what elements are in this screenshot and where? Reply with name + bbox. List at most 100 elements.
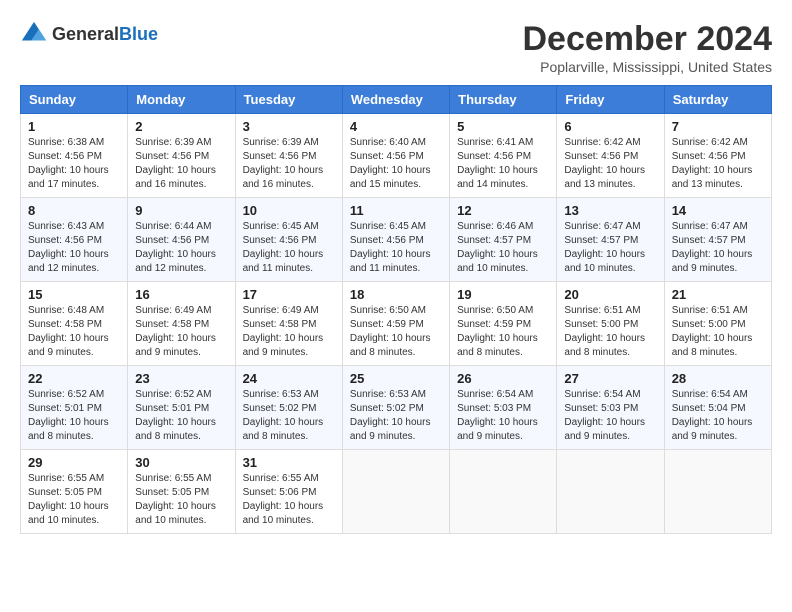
day-number: 23 [135, 371, 227, 386]
month-year: December 2024 [522, 20, 772, 59]
page-header: GeneralBlue December 2024 Poplarville, M… [20, 20, 772, 75]
title-block: December 2024 Poplarville, Mississippi, … [522, 20, 772, 75]
day-cell [450, 450, 557, 534]
day-cell: 30 Sunrise: 6:55 AM Sunset: 5:05 PM Dayli… [128, 450, 235, 534]
day-number: 22 [28, 371, 120, 386]
day-cell: 6Sunrise: 6:42 AM Sunset: 4:56 PM Daylig… [557, 114, 664, 198]
day-info: Sunrise: 6:50 AM Sunset: 4:59 PM Dayligh… [457, 304, 549, 360]
day-cell: 27Sunrise: 6:54 AM Sunset: 5:03 PM Dayli… [557, 366, 664, 450]
day-cell: 17 Sunrise: 6:49 AM Sunset: 4:58 PM Dayli… [235, 282, 342, 366]
day-info: Sunrise: 6:42 AM Sunset: 4:56 PM Dayligh… [672, 136, 764, 192]
day-info: Sunrise: 6:41 AM Sunset: 4:56 PM Dayligh… [457, 136, 549, 192]
day-number: 13 [564, 203, 656, 218]
day-number: 25 [350, 371, 442, 386]
day-cell: 24 Sunrise: 6:53 AM Sunset: 5:02 PM Dayli… [235, 366, 342, 450]
day-cell: 18Sunrise: 6:50 AM Sunset: 4:59 PM Dayli… [342, 282, 449, 366]
location: Poplarville, Mississippi, United States [522, 59, 772, 75]
day-number: 4 [350, 119, 442, 134]
day-cell [557, 450, 664, 534]
day-number: 27 [564, 371, 656, 386]
logo-icon [20, 20, 48, 48]
logo: GeneralBlue [20, 20, 158, 48]
day-cell: 16 Sunrise: 6:49 AM Sunset: 4:58 PM Dayli… [128, 282, 235, 366]
day-cell: 12Sunrise: 6:46 AM Sunset: 4:57 PM Dayli… [450, 198, 557, 282]
day-info: Sunrise: 6:49 AM Sunset: 4:58 PM Dayligh… [243, 304, 335, 360]
day-cell: 28 Sunrise: 6:54 AM Sunset: 5:04 PM Dayli… [664, 366, 771, 450]
logo-text-blue: Blue [119, 24, 158, 44]
day-info: Sunrise: 6:53 AM Sunset: 5:02 PM Dayligh… [243, 388, 335, 444]
day-cell [342, 450, 449, 534]
day-cell: 25 Sunrise: 6:53 AM Sunset: 5:02 PM Dayli… [342, 366, 449, 450]
header-cell-sunday: Sunday [21, 86, 128, 114]
day-cell: 10Sunrise: 6:45 AM Sunset: 4:56 PM Dayli… [235, 198, 342, 282]
day-info: Sunrise: 6:39 AM Sunset: 4:56 PM Dayligh… [243, 136, 335, 192]
day-info: Sunrise: 6:47 AM Sunset: 4:57 PM Dayligh… [672, 220, 764, 276]
header-cell-monday: Monday [128, 86, 235, 114]
day-cell: 20 Sunrise: 6:51 AM Sunset: 5:00 PM Dayli… [557, 282, 664, 366]
header-row: SundayMondayTuesdayWednesdayThursdayFrid… [21, 86, 772, 114]
day-number: 24 [243, 371, 335, 386]
day-info: Sunrise: 6:52 AM Sunset: 5:01 PM Dayligh… [28, 388, 120, 444]
day-cell: 8 Sunrise: 6:43 AM Sunset: 4:56 PM Daylig… [21, 198, 128, 282]
day-number: 16 [135, 287, 227, 302]
day-number: 8 [28, 203, 120, 218]
day-number: 20 [564, 287, 656, 302]
calendar: SundayMondayTuesdayWednesdayThursdayFrid… [20, 85, 772, 534]
day-cell: 5 Sunrise: 6:41 AM Sunset: 4:56 PM Daylig… [450, 114, 557, 198]
day-info: Sunrise: 6:46 AM Sunset: 4:57 PM Dayligh… [457, 220, 549, 276]
header-cell-saturday: Saturday [664, 86, 771, 114]
day-info: Sunrise: 6:43 AM Sunset: 4:56 PM Dayligh… [28, 220, 120, 276]
day-info: Sunrise: 6:53 AM Sunset: 5:02 PM Dayligh… [350, 388, 442, 444]
day-number: 11 [350, 203, 442, 218]
day-cell: 31 Sunrise: 6:55 AM Sunset: 5:06 PM Dayli… [235, 450, 342, 534]
day-number: 5 [457, 119, 549, 134]
day-cell: 29 Sunrise: 6:55 AM Sunset: 5:05 PM Dayli… [21, 450, 128, 534]
day-cell [664, 450, 771, 534]
day-info: Sunrise: 6:47 AM Sunset: 4:57 PM Dayligh… [564, 220, 656, 276]
week-row-3: 15Sunrise: 6:48 AM Sunset: 4:58 PM Dayli… [21, 282, 772, 366]
day-number: 29 [28, 455, 120, 470]
day-info: Sunrise: 6:44 AM Sunset: 4:56 PM Dayligh… [135, 220, 227, 276]
day-number: 28 [672, 371, 764, 386]
day-number: 2 [135, 119, 227, 134]
day-info: Sunrise: 6:52 AM Sunset: 5:01 PM Dayligh… [135, 388, 227, 444]
day-info: Sunrise: 6:39 AM Sunset: 4:56 PM Dayligh… [135, 136, 227, 192]
day-cell: 11 Sunrise: 6:45 AM Sunset: 4:56 PM Dayli… [342, 198, 449, 282]
day-number: 9 [135, 203, 227, 218]
day-number: 17 [243, 287, 335, 302]
day-cell: 19Sunrise: 6:50 AM Sunset: 4:59 PM Dayli… [450, 282, 557, 366]
day-cell: 15Sunrise: 6:48 AM Sunset: 4:58 PM Dayli… [21, 282, 128, 366]
day-number: 21 [672, 287, 764, 302]
week-row-4: 22 Sunrise: 6:52 AM Sunset: 5:01 PM Dayli… [21, 366, 772, 450]
day-cell: 21 Sunrise: 6:51 AM Sunset: 5:00 PM Dayli… [664, 282, 771, 366]
day-info: Sunrise: 6:38 AM Sunset: 4:56 PM Dayligh… [28, 136, 120, 192]
day-number: 6 [564, 119, 656, 134]
day-number: 31 [243, 455, 335, 470]
day-number: 26 [457, 371, 549, 386]
day-cell: 3 Sunrise: 6:39 AM Sunset: 4:56 PM Daylig… [235, 114, 342, 198]
day-number: 3 [243, 119, 335, 134]
day-cell: 14 Sunrise: 6:47 AM Sunset: 4:57 PM Dayli… [664, 198, 771, 282]
day-info: Sunrise: 6:51 AM Sunset: 5:00 PM Dayligh… [564, 304, 656, 360]
day-info: Sunrise: 6:40 AM Sunset: 4:56 PM Dayligh… [350, 136, 442, 192]
day-cell: 9 Sunrise: 6:44 AM Sunset: 4:56 PM Daylig… [128, 198, 235, 282]
day-cell: 22 Sunrise: 6:52 AM Sunset: 5:01 PM Dayli… [21, 366, 128, 450]
day-info: Sunrise: 6:49 AM Sunset: 4:58 PM Dayligh… [135, 304, 227, 360]
day-info: Sunrise: 6:54 AM Sunset: 5:04 PM Dayligh… [672, 388, 764, 444]
day-info: Sunrise: 6:45 AM Sunset: 4:56 PM Dayligh… [350, 220, 442, 276]
header-cell-thursday: Thursday [450, 86, 557, 114]
day-info: Sunrise: 6:51 AM Sunset: 5:00 PM Dayligh… [672, 304, 764, 360]
day-cell: 26Sunrise: 6:54 AM Sunset: 5:03 PM Dayli… [450, 366, 557, 450]
day-info: Sunrise: 6:55 AM Sunset: 5:05 PM Dayligh… [135, 472, 227, 528]
day-cell: 2 Sunrise: 6:39 AM Sunset: 4:56 PM Daylig… [128, 114, 235, 198]
logo-text-general: General [52, 24, 119, 44]
week-row-1: 1Sunrise: 6:38 AM Sunset: 4:56 PM Daylig… [21, 114, 772, 198]
day-number: 18 [350, 287, 442, 302]
day-number: 30 [135, 455, 227, 470]
week-row-5: 29 Sunrise: 6:55 AM Sunset: 5:05 PM Dayli… [21, 450, 772, 534]
day-info: Sunrise: 6:55 AM Sunset: 5:06 PM Dayligh… [243, 472, 335, 528]
day-info: Sunrise: 6:55 AM Sunset: 5:05 PM Dayligh… [28, 472, 120, 528]
day-number: 10 [243, 203, 335, 218]
day-cell: 23 Sunrise: 6:52 AM Sunset: 5:01 PM Dayli… [128, 366, 235, 450]
day-number: 14 [672, 203, 764, 218]
